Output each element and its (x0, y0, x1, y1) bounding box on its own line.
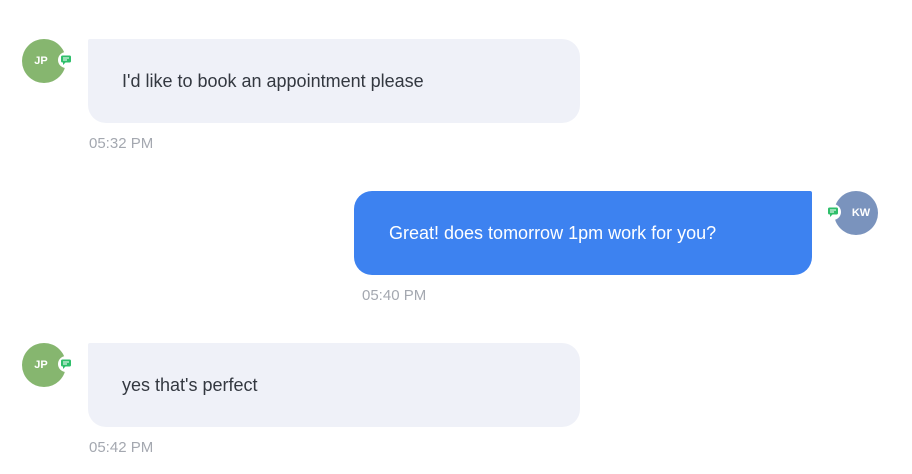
message-text: yes that's perfect (122, 374, 258, 395)
message-text: I'd like to book an appointment please (122, 70, 424, 91)
avatar-initials: JP (34, 55, 48, 67)
sms-chat-icon (58, 356, 74, 372)
avatar-initials: JP (34, 359, 48, 371)
message-bubble-inbound: yes that's perfect (88, 343, 580, 427)
message-bubble-outbound: Great! does tomorrow 1pm work for you? (354, 191, 812, 275)
message-bubble-inbound: I'd like to book an appointment please (88, 39, 580, 123)
avatar-initials: KW (851, 207, 871, 219)
message-timestamp: 05:40 PM (362, 287, 427, 304)
sms-chat-icon (825, 204, 841, 220)
message-timestamp: 05:42 PM (89, 439, 154, 456)
message-timestamp: 05:32 PM (89, 135, 154, 152)
chat-thread: JP I'd like to book an appointment pleas… (0, 0, 912, 474)
message-text: Great! does tomorrow 1pm work for you? (389, 222, 717, 243)
sms-chat-icon (58, 52, 74, 68)
